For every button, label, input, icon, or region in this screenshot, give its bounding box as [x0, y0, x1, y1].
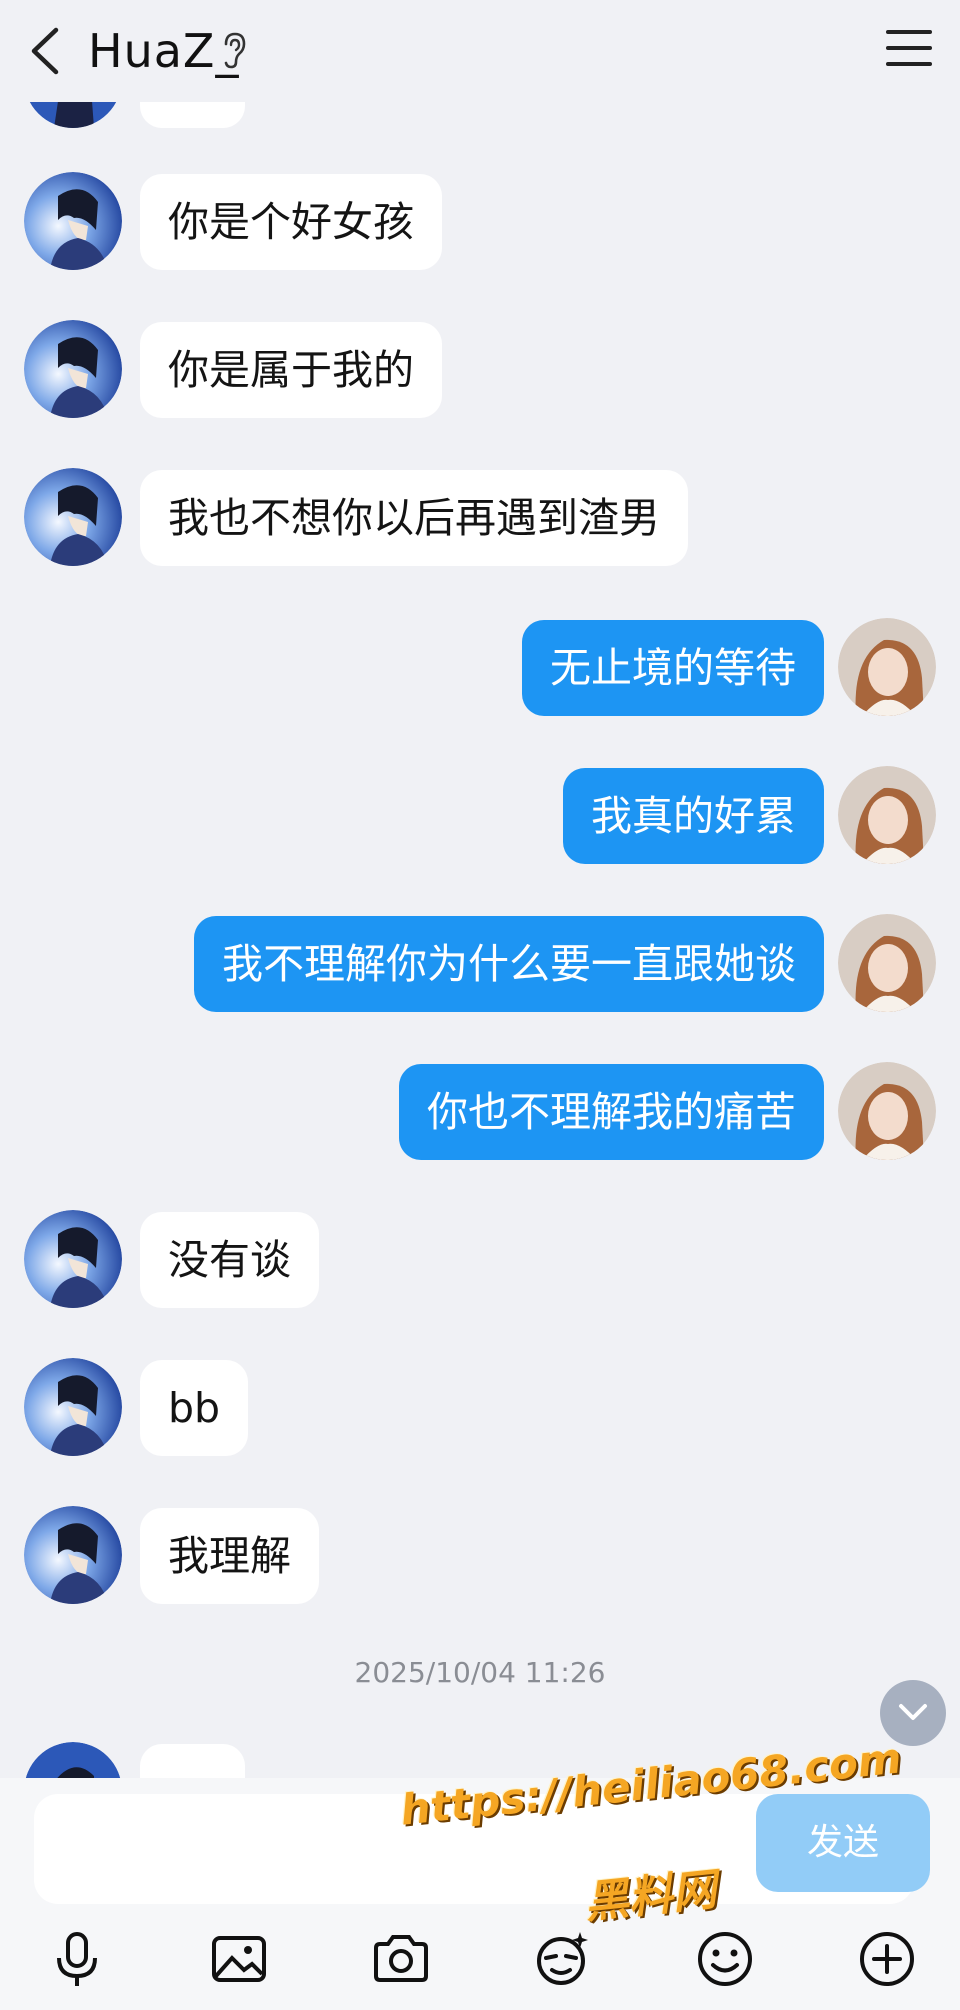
message-row: bb	[0, 1358, 960, 1458]
message-row: 我不理解你为什么要一直跟她谈	[0, 914, 960, 1014]
menu-icon[interactable]	[886, 30, 932, 70]
microphone-icon[interactable]	[44, 1926, 110, 1992]
self-avatar[interactable]	[838, 766, 936, 864]
message-bubble: 你也不理解我的痛苦	[399, 1064, 824, 1160]
contact-avatar[interactable]	[24, 468, 122, 566]
message-row: 你是属于我的	[0, 320, 960, 420]
chat-header: HuaZ_	[0, 0, 960, 102]
watermark: https://heiliao68.com 黑料网	[398, 1733, 958, 1930]
message-bubble: 我也不想你以后再遇到渣男	[140, 470, 688, 566]
chat-area: . 你是个好女孩 你是属于我的 我也不想你以后再遇到渣男 无止境的等待 我真的好…	[0, 0, 960, 1780]
message-bubble: 我真的好累	[563, 768, 824, 864]
message-timestamp: 2025/10/04 11:26	[354, 1656, 606, 1689]
camera-icon[interactable]	[368, 1926, 434, 1992]
contact-avatar[interactable]	[24, 1506, 122, 1604]
message-row: 我理解	[0, 1506, 960, 1606]
contact-avatar[interactable]	[24, 1742, 122, 1780]
image-icon[interactable]	[206, 1926, 272, 1992]
plus-icon[interactable]	[854, 1926, 920, 1992]
message-row: 没有谈	[0, 1210, 960, 1310]
chat-title[interactable]: HuaZ_	[88, 24, 239, 78]
self-avatar[interactable]	[838, 618, 936, 716]
contact-avatar[interactable]	[24, 1210, 122, 1308]
earpiece-mode-icon[interactable]	[218, 30, 250, 70]
self-avatar[interactable]	[838, 914, 936, 1012]
message-row: 我真的好累	[0, 766, 960, 866]
message-bubble: 我理解	[140, 1508, 319, 1604]
contact-avatar[interactable]	[24, 320, 122, 418]
chevron-down-icon	[899, 1704, 927, 1720]
message-bubble: 我不理解你为什么要一直跟她谈	[194, 916, 824, 1012]
message-row: 你也不理解我的痛苦	[0, 1062, 960, 1162]
back-arrow-icon[interactable]	[26, 26, 66, 76]
sticker-icon[interactable]	[530, 1926, 596, 1992]
message-bubble: 无止境的等待	[522, 620, 824, 716]
message-bubble: 没有谈	[140, 1212, 319, 1308]
message-row: 我也不想你以后再遇到渣男	[0, 468, 960, 568]
message-row: 你是个好女孩	[0, 172, 960, 272]
watermark-name: 黑料网	[582, 1864, 719, 1929]
message-bubble: .	[140, 1744, 245, 1780]
emoji-icon[interactable]	[692, 1926, 758, 1992]
self-avatar[interactable]	[838, 1062, 936, 1160]
message-bubble: 你是个好女孩	[140, 174, 442, 270]
contact-avatar[interactable]	[24, 172, 122, 270]
message-row: 无止境的等待	[0, 618, 960, 718]
message-bubble: 你是属于我的	[140, 322, 442, 418]
contact-avatar[interactable]	[24, 1358, 122, 1456]
message-bubble: bb	[140, 1360, 249, 1456]
